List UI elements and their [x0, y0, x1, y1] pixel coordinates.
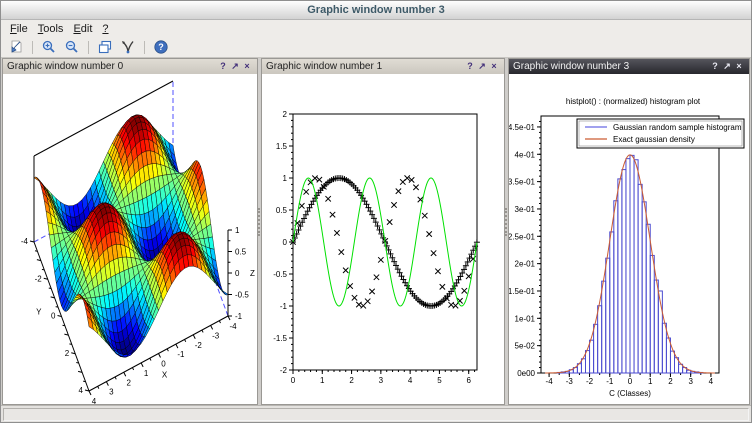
panel-3-help-button[interactable]: ?	[709, 60, 721, 73]
panel-0-undock-button[interactable]: ↗	[229, 60, 241, 73]
docking-area: Graphic window number 0 ? ↗ × Graphic wi…	[1, 58, 751, 405]
zoom-in-icon	[41, 39, 57, 55]
original-view-icon	[97, 39, 113, 55]
original-view-button[interactable]	[94, 38, 116, 56]
menu-file[interactable]: File	[5, 22, 33, 36]
panel-1-undock-button[interactable]: ↗	[476, 60, 488, 73]
menu-bar: File Tools Edit ?	[1, 20, 751, 37]
export-figure-icon	[8, 39, 24, 55]
help-button[interactable]: ?	[150, 38, 172, 56]
scilab-graphic-window: Graphic window number 3 File Tools Edit …	[0, 0, 752, 423]
zoom-out-icon	[64, 39, 80, 55]
surface-plot-canvas[interactable]	[3, 74, 257, 404]
panel-0-canvas-area	[3, 74, 257, 404]
panel-1-title-bar[interactable]: Graphic window number 1 ? ↗ ×	[262, 59, 504, 74]
zoom-in-button[interactable]	[38, 38, 60, 56]
panel-1-title: Graphic window number 1	[266, 61, 464, 72]
toolbar-separator	[88, 41, 89, 54]
menu-help[interactable]: ?	[97, 22, 113, 36]
export-figure-button[interactable]	[5, 38, 27, 56]
status-message	[3, 408, 749, 421]
splitter[interactable]	[258, 58, 261, 405]
panel-0-close-button[interactable]: ×	[241, 60, 253, 73]
panel-0-title-bar[interactable]: Graphic window number 0 ? ↗ ×	[3, 59, 257, 74]
panel-0-help-button[interactable]: ?	[217, 60, 229, 73]
panel-1-close-button[interactable]: ×	[488, 60, 500, 73]
histogram-plot-canvas[interactable]	[509, 74, 749, 404]
menu-tools[interactable]: Tools	[33, 22, 69, 36]
line-plot-canvas[interactable]	[262, 74, 504, 404]
panel-3-title-bar[interactable]: Graphic window number 3 ? ↗ ×	[509, 59, 749, 74]
panel-graphic-window-0: Graphic window number 0 ? ↗ ×	[2, 58, 258, 405]
panel-1-canvas-area	[262, 74, 504, 404]
toolbar-separator	[144, 41, 145, 54]
panel-graphic-window-1: Graphic window number 1 ? ↗ ×	[261, 58, 505, 405]
rotate-axes-icon	[120, 39, 136, 55]
toolbar-separator	[32, 41, 33, 54]
panel-3-canvas-area	[509, 74, 749, 404]
svg-text:?: ?	[158, 42, 164, 52]
window-title-bar[interactable]: Graphic window number 3	[1, 1, 751, 20]
panel-0-title: Graphic window number 0	[7, 61, 217, 72]
splitter[interactable]	[505, 58, 508, 405]
panel-3-undock-button[interactable]: ↗	[721, 60, 733, 73]
window-title: Graphic window number 3	[307, 4, 445, 16]
menu-edit[interactable]: Edit	[68, 22, 97, 36]
panel-3-title: Graphic window number 3	[513, 61, 709, 72]
help-icon: ?	[153, 39, 169, 55]
panel-graphic-window-3: Graphic window number 3 ? ↗ ×	[508, 58, 750, 405]
status-bar	[1, 405, 751, 422]
zoom-out-button[interactable]	[61, 38, 83, 56]
panel-1-help-button[interactable]: ?	[464, 60, 476, 73]
rotate-axes-button[interactable]	[117, 38, 139, 56]
toolbar: ?	[1, 37, 751, 58]
panel-3-close-button[interactable]: ×	[733, 60, 745, 73]
